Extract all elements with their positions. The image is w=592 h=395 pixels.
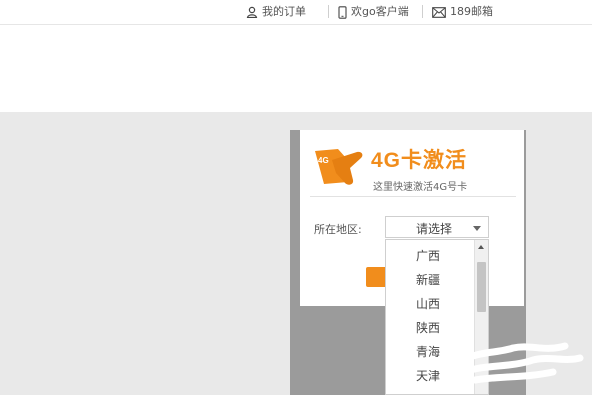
divider bbox=[310, 196, 516, 197]
region-select[interactable]: 请选择 bbox=[385, 216, 489, 238]
region-option[interactable]: 新疆 bbox=[416, 270, 440, 290]
top-bar: 我的订单 欢go客户端 189邮箱 bbox=[0, 0, 592, 25]
region-option[interactable]: 天津 bbox=[416, 366, 440, 386]
scroll-thumb[interactable] bbox=[477, 262, 486, 312]
client-app-link[interactable]: 欢go客户端 bbox=[338, 4, 409, 20]
hero-area bbox=[0, 25, 592, 111]
my-orders-label: 我的订单 bbox=[262, 5, 306, 18]
sim-card-icon: 4G bbox=[312, 146, 364, 192]
sim-badge-text: 4G bbox=[318, 156, 329, 165]
region-option[interactable]: 青海 bbox=[416, 342, 440, 362]
mail-189-label: 189邮箱 bbox=[450, 5, 493, 18]
region-select-value: 请选择 bbox=[416, 222, 453, 236]
user-icon bbox=[246, 6, 258, 18]
phone-icon bbox=[338, 5, 347, 19]
region-label: 所在地区: bbox=[314, 223, 362, 236]
scroll-up-arrow-icon[interactable] bbox=[478, 245, 484, 249]
divider bbox=[422, 5, 423, 18]
scribble-overlay bbox=[455, 332, 585, 387]
divider bbox=[328, 5, 329, 18]
mail-189-link[interactable]: 189邮箱 bbox=[432, 4, 493, 20]
mail-icon bbox=[432, 6, 446, 18]
client-app-label: 欢go客户端 bbox=[351, 5, 409, 18]
my-orders-link[interactable]: 我的订单 bbox=[246, 4, 306, 20]
card-subtitle: 这里快速激活4G号卡 bbox=[373, 182, 468, 193]
region-option[interactable]: 山西 bbox=[416, 294, 440, 314]
chevron-down-icon bbox=[473, 226, 481, 231]
region-option[interactable]: 广西 bbox=[416, 246, 440, 266]
card-title: 4G卡激活 bbox=[371, 149, 468, 172]
region-option[interactable]: 陕西 bbox=[416, 318, 440, 338]
